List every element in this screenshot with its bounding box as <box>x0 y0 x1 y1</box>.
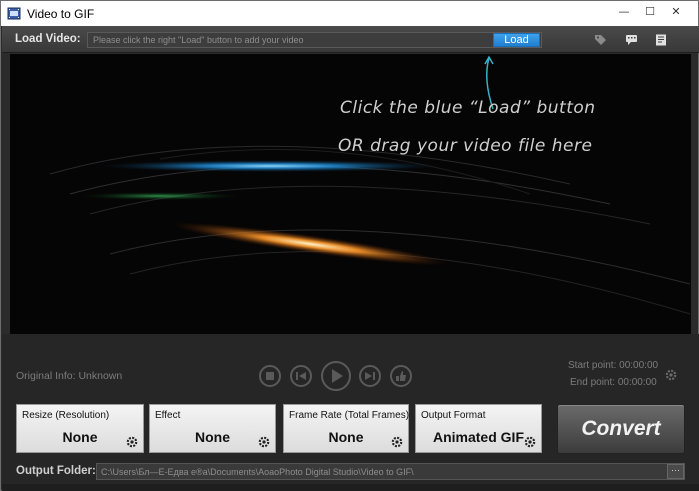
previous-button[interactable] <box>290 365 312 387</box>
title-bar: Video to GIF — ☐ ✕ <box>1 1 698 26</box>
thumbs-up-icon <box>396 371 406 381</box>
original-info: Original Info: Unknown <box>16 370 123 382</box>
convert-button[interactable]: Convert <box>557 404 685 454</box>
output-format-panel[interactable]: Output Format Animated GIF <box>415 404 542 453</box>
app-film-icon <box>7 7 21 20</box>
drop-hint-line-2: OR drag your video file here <box>338 136 593 156</box>
play-button[interactable] <box>321 361 351 391</box>
video-path-input[interactable]: Please click the right "Load" button to … <box>87 32 542 48</box>
skip-forward-icon <box>365 372 375 380</box>
chat-icon[interactable] <box>625 34 638 46</box>
maximize-button[interactable]: ☐ <box>637 2 663 22</box>
load-video-label: Load Video: <box>15 33 81 45</box>
output-folder-label: Output Folder: <box>16 465 96 477</box>
resize-panel[interactable]: Resize (Resolution) None <box>16 404 144 453</box>
app-window: Video to GIF — ☐ ✕ Load Video: Please cl… <box>0 0 699 491</box>
browse-folder-button[interactable]: ··· <box>667 464 684 479</box>
playback-controls: Original Info: Unknown Start point: 00:0… <box>2 334 699 400</box>
next-button[interactable] <box>359 365 381 387</box>
load-button[interactable]: Load <box>493 33 540 47</box>
snapshot-button[interactable] <box>390 365 412 387</box>
frame-rate-panel[interactable]: Frame Rate (Total Frames) None <box>283 404 409 453</box>
stop-button[interactable] <box>259 365 281 387</box>
output-folder-path[interactable]: C:\Users\Бл—Е-Едва е®а\Documents\AoaoPho… <box>96 463 685 480</box>
bottom-border <box>2 484 699 491</box>
frame-rate-title: Frame Rate (Total Frames) <box>289 410 410 421</box>
effect-panel[interactable]: Effect None <box>149 404 276 453</box>
close-button[interactable]: ✕ <box>663 2 689 22</box>
output-format-title: Output Format <box>421 410 486 421</box>
minimize-button[interactable]: — <box>611 2 637 22</box>
play-icon <box>332 369 343 383</box>
output-format-gear-icon[interactable] <box>523 435 537 449</box>
options-row: Resize (Resolution) None Effect None Fra… <box>2 400 699 460</box>
tag-icon[interactable] <box>594 34 607 46</box>
frame-rate-gear-icon[interactable] <box>390 435 404 449</box>
resize-gear-icon[interactable] <box>125 435 139 449</box>
effect-gear-icon[interactable] <box>257 435 271 449</box>
notes-list-icon[interactable] <box>655 34 668 46</box>
light-streaks-background <box>49 145 691 315</box>
video-preview-area[interactable]: Click the blue “Load” button OR drag you… <box>10 54 691 334</box>
effect-title: Effect <box>155 410 181 421</box>
load-video-bar: Load Video: Please click the right "Load… <box>2 26 699 53</box>
drop-hint-line-1: Click the blue “Load” button <box>340 98 596 118</box>
window-title: Video to GIF <box>27 7 95 21</box>
skip-back-icon <box>296 372 306 380</box>
resize-title: Resize (Resolution) <box>22 410 110 421</box>
frame-rate-title-suffix: (Total Frames) <box>344 410 410 421</box>
end-point-readout: End point: 00:00:00 <box>570 377 657 388</box>
start-point-readout: Start point: 00:00:00 <box>568 360 659 371</box>
stop-icon <box>266 372 274 380</box>
time-settings-gear-icon[interactable] <box>664 368 678 382</box>
output-folder-bar: Output Folder: C:\Users\Бл—Е-Едва е®а\Do… <box>2 460 699 484</box>
